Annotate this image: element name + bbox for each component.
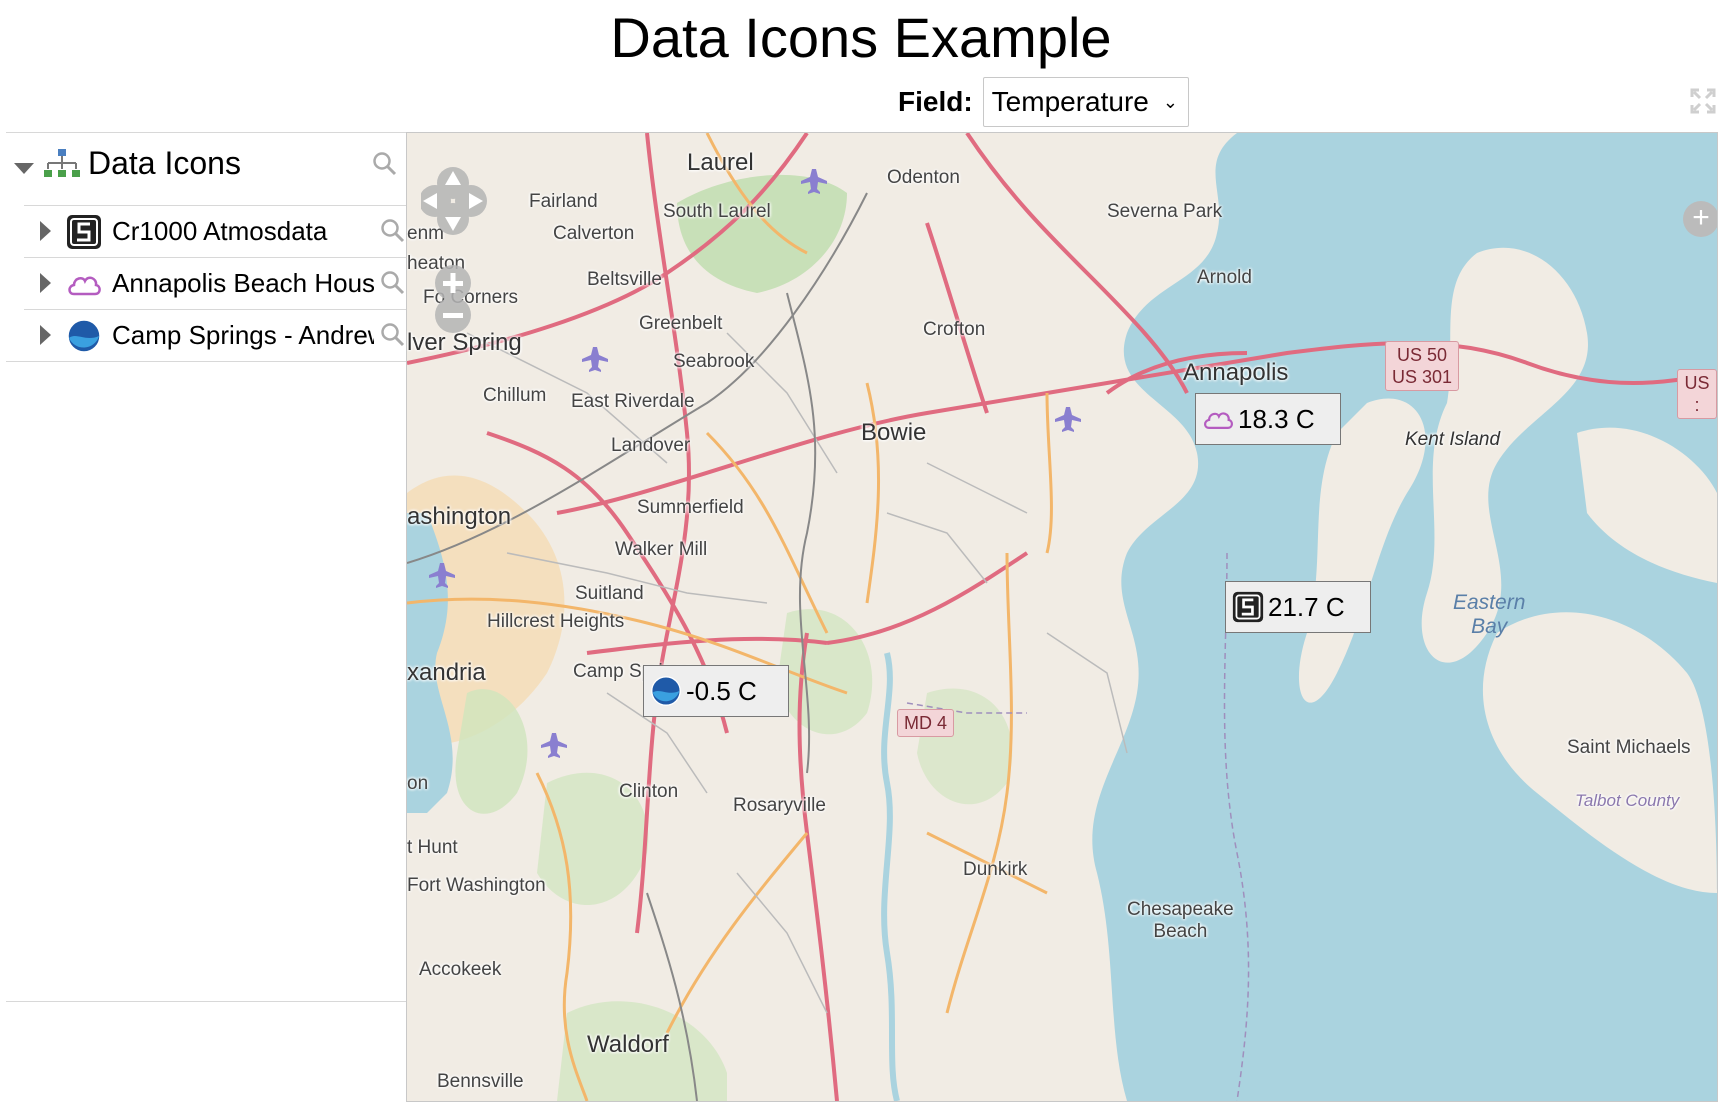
sidebar-tree: Data Icons Cr1000 Atmosdata Annapolis Be… [6,132,406,1002]
page-title: Data Icons Example [610,6,1112,69]
field-select[interactable]: Temperature ⌄ [982,77,1189,127]
field-select-value: Temperature [991,86,1149,117]
map-label: Crofton [923,319,986,340]
field-label: Field: [898,86,973,117]
map-label: Fort Washington [407,875,546,896]
expand-triangle-icon[interactable] [40,273,51,293]
search-icon[interactable] [380,270,406,296]
map-label: on [407,773,429,794]
map-label: Suitland [575,583,644,604]
tree-item-label: Cr1000 Atmosdata [112,216,328,246]
hierarchy-icon [44,149,80,177]
map-label: Accokeek [419,959,502,980]
station-reading-camp-springs[interactable]: -0.5 C [643,665,789,717]
map-label: Chillum [483,385,547,406]
tree-item-label: Camp Springs - Andrews [112,320,374,350]
station-reading-annapolis[interactable]: 18.3 C [1195,393,1341,445]
cloud-icon [1204,412,1233,429]
field-selector-row: Field: Temperature ⌄ [898,76,1189,128]
map[interactable]: Laurel Odenton Fairland South Laurel Cal… [406,132,1718,1102]
tree-item-annapolis[interactable]: Annapolis Beach House [24,257,406,308]
map-navigation-control[interactable] [421,157,501,337]
map-label: Saint Michaels [1567,737,1691,758]
search-icon[interactable] [372,151,398,177]
divider [6,361,406,362]
map-label: Laurel [687,149,754,176]
fullscreen-icon[interactable] [1690,88,1716,114]
map-label: Kent Island [1405,429,1501,450]
map-label: Rosaryville [733,795,826,816]
map-label: Chesapeake Beach [1127,899,1234,942]
search-icon[interactable] [380,322,406,348]
tree-item-label: Annapolis Beach House [112,268,374,298]
layer-switcher-button[interactable]: + [1683,201,1717,237]
map-label: Landover [611,435,691,456]
map-label: Seabrook [673,351,755,372]
map-label: Calverton [553,223,635,244]
map-label: Eastern Bay [1453,591,1526,638]
map-label: Talbot County [1575,791,1680,810]
map-label: Arnold [1197,267,1252,288]
map-label: Odenton [887,167,960,188]
station-reading-cr1000[interactable]: 21.7 C [1225,581,1371,633]
tree-root-data-icons[interactable]: Data Icons [6,133,406,203]
map-label: ashington [407,503,512,530]
campbell-logo-icon [1232,591,1264,623]
noaa-icon [651,676,681,706]
route-shield: US : [1677,369,1717,419]
tree-root-label: Data Icons [88,145,241,181]
map-label: East Riverdale [571,391,695,412]
campbell-logo-icon [67,215,101,249]
map-label: Fairland [529,191,598,212]
map-label: Beltsville [587,269,662,290]
tree-item-cr1000[interactable]: Cr1000 Atmosdata [24,205,406,256]
map-label: Bennsville [437,1071,524,1092]
map-label: t Hunt [407,837,458,858]
expand-triangle-icon[interactable] [40,221,51,241]
map-label: Severna Park [1107,201,1223,222]
tree-item-camp-springs[interactable]: Camp Springs - Andrews [24,309,406,360]
map-label: Dunkirk [963,859,1028,880]
reading-value: 21.7 C [1268,591,1345,622]
map-label: Hillcrest Heights [487,611,625,632]
map-label: Greenbelt [639,313,723,334]
reading-value: -0.5 C [686,675,757,706]
map-label: Bowie [861,419,927,446]
map-label: xandria [407,659,486,686]
map-label: Waldorf [587,1031,669,1058]
route-shield: MD 4 [897,709,955,737]
noaa-icon [67,319,101,353]
expand-triangle-icon[interactable] [14,163,34,174]
map-label: South Laurel [663,201,771,222]
route-shield: US 50 US 301 [1385,341,1460,391]
map-label: Summerfield [637,497,744,518]
chevron-down-icon: ⌄ [1162,91,1178,112]
map-label: Clinton [619,781,679,802]
cloud-icon [68,276,101,296]
map-label: Walker Mill [615,539,708,560]
reading-value: 18.3 C [1238,403,1315,434]
map-label: Annapolis [1183,359,1289,386]
search-icon[interactable] [380,218,406,244]
expand-triangle-icon[interactable] [40,325,51,345]
